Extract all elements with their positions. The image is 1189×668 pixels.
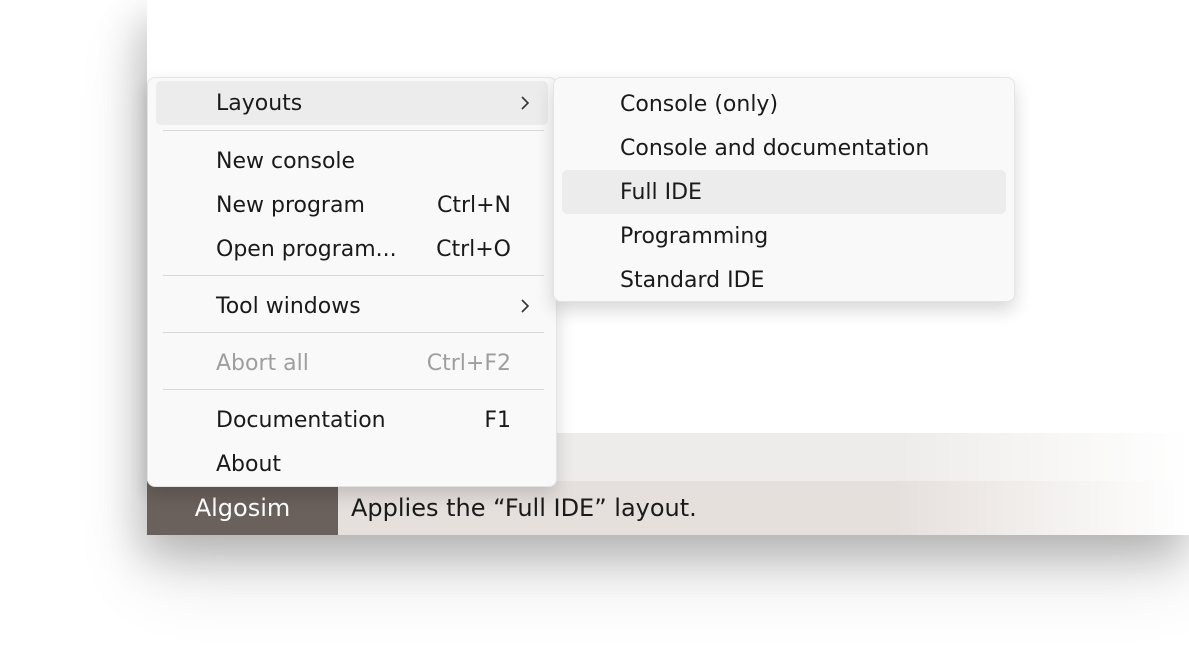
submenu-item-console-only[interactable]: Console (only) [562,82,1006,126]
submenu-item-label: Full IDE [620,179,702,205]
submenu-item-programming[interactable]: Programming [562,214,1006,258]
chevron-right-icon [520,81,530,125]
menu-separator [163,275,544,276]
menu-item-label: New program [216,192,365,218]
app-menu-button[interactable]: Algosim [147,481,338,535]
status-message: Applies the “Full IDE” layout. [351,494,697,522]
submenu-item-label: Console (only) [620,91,779,117]
menu-item-label: Abort all [216,350,309,376]
menu-item-abort-all: Abort all Ctrl+F2 [156,341,548,385]
menu-item-tool-windows[interactable]: Tool windows [156,284,548,328]
submenu-item-label: Console and documentation [620,135,930,161]
menu-item-label: Documentation [216,407,386,433]
menu-item-label: New console [216,148,356,174]
menu-item-shortcut: Ctrl+F2 [426,350,511,376]
menu-item-layouts[interactable]: Layouts [156,81,548,125]
menu-item-label: Open program... [216,236,397,262]
menu-separator [163,130,544,131]
layouts-submenu: Console (only) Console and documentation… [553,77,1015,302]
chevron-right-icon [520,284,530,328]
menu-item-about[interactable]: About [156,442,548,486]
menu-item-new-program[interactable]: New program Ctrl+N [156,183,548,227]
menu-separator [163,389,544,390]
menu-item-open-program[interactable]: Open program... Ctrl+O [156,227,548,271]
menu-item-shortcut: F1 [484,407,511,433]
submenu-item-console-and-documentation[interactable]: Console and documentation [562,126,1006,170]
app-menu: Layouts New console New program Ctrl+N O… [147,77,557,487]
menu-item-shortcut: Ctrl+O [436,236,511,262]
submenu-item-standard-ide[interactable]: Standard IDE [562,258,1006,302]
menu-item-documentation[interactable]: Documentation F1 [156,398,548,442]
menu-item-label: Layouts [216,90,303,116]
menu-item-label: About [216,451,282,477]
submenu-item-label: Programming [620,223,769,249]
submenu-item-full-ide[interactable]: Full IDE [562,170,1006,214]
menu-item-new-console[interactable]: New console [156,139,548,183]
menu-item-shortcut: Ctrl+N [436,192,511,218]
status-bar: Algosim Applies the “Full IDE” layout. [147,481,1189,535]
submenu-item-label: Standard IDE [620,267,765,293]
menu-separator [163,332,544,333]
menu-item-label: Tool windows [216,293,361,319]
